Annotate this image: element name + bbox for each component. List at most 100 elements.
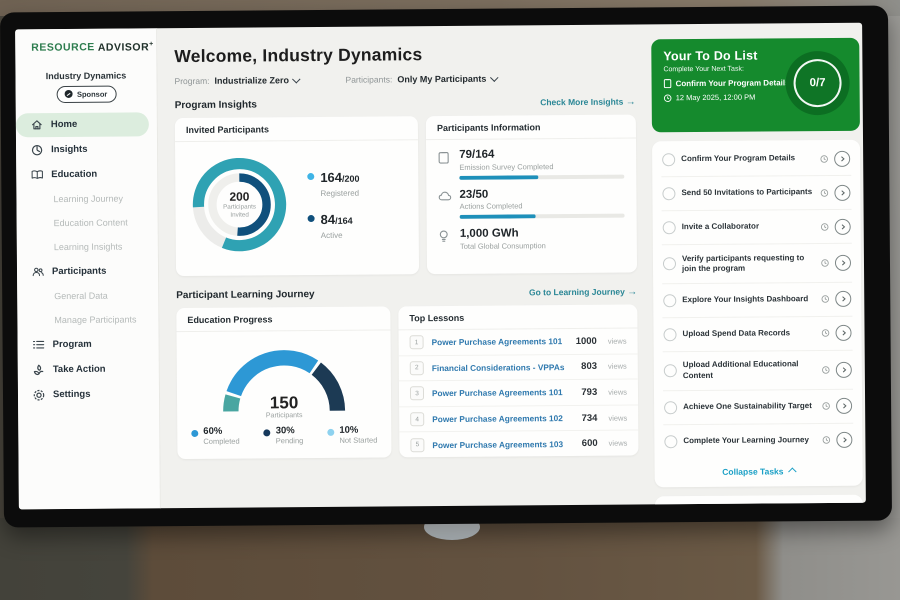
todo-task[interactable]: Upload Spend Data Records — [662, 317, 852, 352]
task-chevron-button[interactable] — [835, 291, 851, 307]
task-chevron-button[interactable] — [834, 184, 850, 200]
sidebar-item-participants[interactable]: Participants — [17, 259, 150, 284]
top-lessons-card: Top Lessons 1 Power Purchase Agreements … — [398, 304, 638, 457]
brand-resource: RESOURCE — [31, 41, 95, 53]
sponsor-label: Sponsor — [77, 89, 107, 98]
task-chevron-button[interactable] — [836, 361, 852, 377]
metric-actions-completed: 23/50 Actions Completed — [438, 187, 624, 219]
todo-task[interactable]: Verify participants requesting to join t… — [662, 244, 852, 284]
gauge-legend: 60%Completed 30%Pending 10%Not Started — [177, 418, 391, 446]
sidebar-item-label: Program — [53, 339, 92, 350]
sidebar-item-label: Settings — [53, 389, 91, 400]
clock-icon — [821, 295, 829, 303]
lesson-views: 600 — [582, 438, 598, 449]
task-checkbox[interactable] — [664, 364, 677, 377]
progress-bar — [459, 175, 538, 180]
sidebar-item-label: Education — [51, 169, 97, 180]
task-checkbox[interactable] — [664, 435, 677, 448]
home-icon — [31, 119, 43, 130]
clock-icon — [820, 188, 828, 196]
app-logo: RESOURCE ADVISOR+ — [15, 38, 156, 62]
todo-task[interactable]: Invite a Collaborator — [662, 210, 852, 245]
dashboard-screen: RESOURCE ADVISOR+ Industry Dynamics Spon… — [15, 23, 866, 510]
sidebar-item-education-content[interactable]: Education Content — [17, 211, 150, 235]
legend-active: 84/164 Active — [308, 210, 360, 239]
todo-task[interactable]: Send 50 Invitations to Participants — [661, 176, 851, 211]
progress-track — [460, 214, 625, 219]
filter-bar: Program: Industrialize Zero Participants… — [174, 73, 635, 87]
task-checkbox[interactable] — [663, 328, 676, 341]
sidebar-item-learning-journey[interactable]: Learning Journey — [16, 187, 149, 211]
lesson-link[interactable]: Power Purchase Agreements 102 — [432, 413, 573, 424]
arrow-right-icon: → — [627, 286, 637, 297]
check-more-insights-link[interactable]: Check More Insights → — [540, 97, 636, 109]
lesson-link[interactable]: Financial Considerations - VPPAs — [432, 362, 573, 373]
sponsor-icon — [65, 90, 73, 98]
lesson-row: 4 Power Purchase Agreements 102 734views — [399, 405, 638, 432]
go-to-learning-journey-link[interactable]: Go to Learning Journey → — [529, 286, 637, 298]
education-progress-card: Education Progress 150 Participants 60%C… — [176, 306, 391, 459]
task-checkbox[interactable] — [662, 153, 675, 166]
invited-participants-body: 200 Participants Invited 164/200 Registe… — [175, 140, 419, 268]
top-lessons-title: Top Lessons — [398, 304, 637, 330]
sidebar-item-insights[interactable]: Insights — [16, 137, 149, 162]
task-chevron-button[interactable] — [836, 432, 852, 448]
lesson-row: 3 Power Purchase Agreements 101 793views — [399, 380, 638, 407]
task-chevron-button[interactable] — [836, 398, 852, 414]
lesson-link[interactable]: Power Purchase Agreements 101 — [432, 387, 573, 398]
program-insights-header-row: Program Insights Check More Insights → — [175, 97, 636, 112]
learning-journey-header-row: Participant Learning Journey Go to Learn… — [176, 286, 637, 301]
people-icon — [32, 266, 44, 277]
todo-task[interactable]: Achieve One Sustainability Target — [663, 389, 853, 424]
task-checkbox[interactable] — [664, 401, 677, 414]
rank-badge: 1 — [410, 335, 424, 349]
task-checkbox[interactable] — [663, 294, 676, 307]
task-checkbox[interactable] — [663, 221, 676, 234]
sidebar-item-program[interactable]: Program — [18, 332, 151, 357]
brand-plus: + — [149, 40, 154, 47]
lesson-row: 5 Power Purchase Agreements 103 600views — [399, 431, 638, 457]
sidebar-item-education[interactable]: Education — [16, 162, 149, 187]
sidebar-item-label: Insights — [51, 144, 88, 155]
rank-badge: 4 — [410, 412, 424, 426]
sidebar-item-manage-participants[interactable]: Manage Participants — [17, 308, 150, 332]
task-chevron-button[interactable] — [834, 150, 850, 166]
task-chevron-button[interactable] — [835, 218, 851, 234]
todo-task[interactable]: Explore Your Insights Dashboard — [662, 283, 852, 318]
todo-task[interactable]: Upload Additional Educational Content — [663, 351, 853, 391]
task-chevron-button[interactable] — [835, 325, 851, 341]
sponsor-badge[interactable]: Sponsor — [56, 85, 116, 102]
sidebar-item-learning-insights[interactable]: Learning Insights — [17, 235, 150, 259]
participants-filter-value[interactable]: Only My Participants — [397, 74, 497, 85]
actions-icon — [438, 191, 451, 220]
sidebar-item-home[interactable]: Home — [16, 112, 149, 137]
todo-task[interactable]: Confirm Your Program Details — [661, 142, 851, 177]
pending-dot-icon — [264, 429, 271, 436]
sidebar-item-settings[interactable]: Settings — [18, 382, 151, 407]
chevron-down-icon — [490, 73, 498, 81]
clock-icon — [821, 259, 829, 267]
chevron-up-icon — [788, 468, 796, 476]
list-icon — [33, 339, 45, 350]
lesson-link[interactable]: Power Purchase Agreements 101 — [432, 336, 568, 347]
clock-icon — [822, 436, 830, 444]
clock-icon — [822, 402, 830, 410]
program-filter-value[interactable]: Industrialize Zero — [214, 75, 299, 86]
education-progress-title: Education Progress — [176, 306, 390, 332]
survey-icon — [438, 151, 451, 180]
sidebar-item-general-data[interactable]: General Data — [17, 284, 150, 308]
participants-information-card: Participants Information 79/164 Emission… — [426, 115, 637, 275]
main-content: Welcome, Industry Dynamics Program: Indu… — [157, 24, 649, 508]
task-checkbox[interactable] — [662, 187, 675, 200]
collapse-tasks-link[interactable]: Collapse Tasks — [664, 456, 854, 484]
task-checkbox[interactable] — [663, 258, 676, 271]
todo-task[interactable]: Complete Your Learning Journey — [663, 423, 853, 457]
lesson-link[interactable]: Power Purchase Agreements 103 — [432, 439, 573, 450]
metric-emission-survey: 79/164 Emission Survey Completed — [438, 148, 624, 180]
program-insights-heading: Program Insights — [175, 99, 257, 111]
arrow-right-icon: → — [626, 97, 636, 108]
sidebar-item-take-action[interactable]: Take Action — [18, 357, 151, 382]
donut-center-label: 200 Participants Invited — [183, 148, 296, 261]
lesson-row: 1 Power Purchase Agreements 101 1000view… — [399, 328, 638, 355]
task-chevron-button[interactable] — [835, 255, 851, 271]
